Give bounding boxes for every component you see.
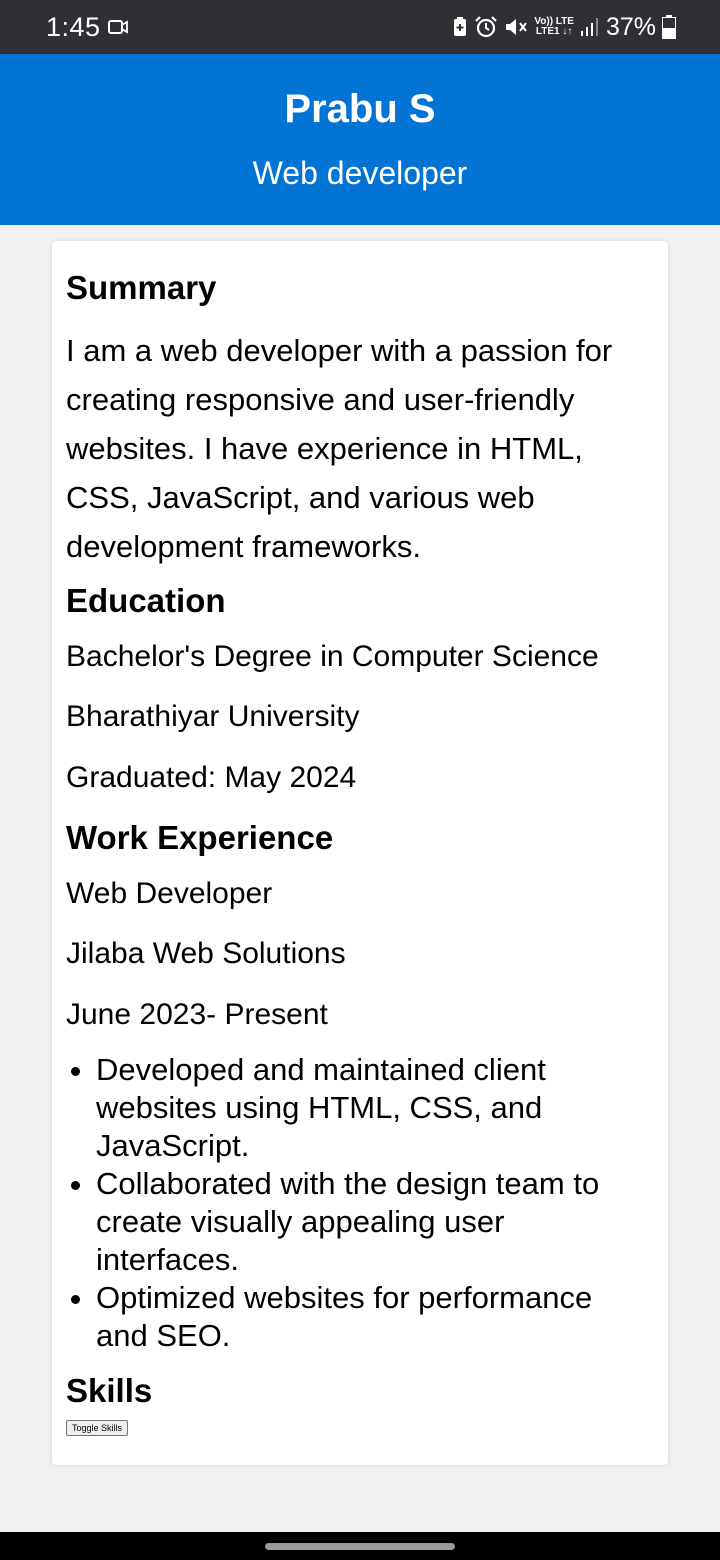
education-heading: Education (66, 582, 226, 619)
skills-heading: Skills (66, 1372, 153, 1409)
network-indicator: Vo)) LTE LTE1 ↓↑ (534, 16, 574, 37)
work-company: Jilaba Web Solutions (66, 937, 346, 970)
signal-icon (580, 18, 598, 36)
resume-header: Prabu S Web developer (0, 54, 720, 225)
education-university: Bharathiyar University (66, 700, 360, 733)
status-bar: 1:45 Vo)) LTE LTE1 ↓↑ 37% (0, 0, 720, 54)
list-item: Developed and maintained client websites… (96, 1051, 646, 1165)
education-degree: Bachelor's Degree in Computer Science (66, 640, 599, 673)
alarm-icon (475, 16, 498, 38)
work-period: June 2023- Present (66, 998, 328, 1031)
work-duties-list: Developed and maintained client websites… (66, 1051, 646, 1355)
person-name: Prabu S (284, 87, 436, 131)
battery-saver-icon (454, 17, 467, 36)
video-camera-icon (108, 20, 128, 34)
work-heading: Work Experience (66, 819, 334, 856)
summary-heading: Summary (66, 269, 217, 306)
work-title: Web Developer (66, 877, 273, 910)
summary-text: I am a web developer with a passion for … (66, 333, 613, 564)
list-item: Collaborated with the design team to cre… (96, 1165, 646, 1279)
mute-icon (506, 19, 528, 35)
battery-percent: 37% (605, 12, 656, 41)
home-gesture-handle[interactable] (265, 1543, 455, 1550)
status-icons: Vo)) LTE LTE1 ↓↑ 37% (452, 12, 676, 42)
status-time: 1:45 (46, 12, 101, 42)
education-graduated: Graduated: May 2024 (66, 761, 357, 794)
battery-icon (662, 15, 676, 39)
list-item: Optimized websites for performance and S… (96, 1279, 646, 1355)
toggle-skills-button[interactable]: Toggle Skills (66, 1420, 129, 1436)
person-role: Web developer (252, 155, 468, 191)
navigation-bar (0, 1532, 720, 1560)
